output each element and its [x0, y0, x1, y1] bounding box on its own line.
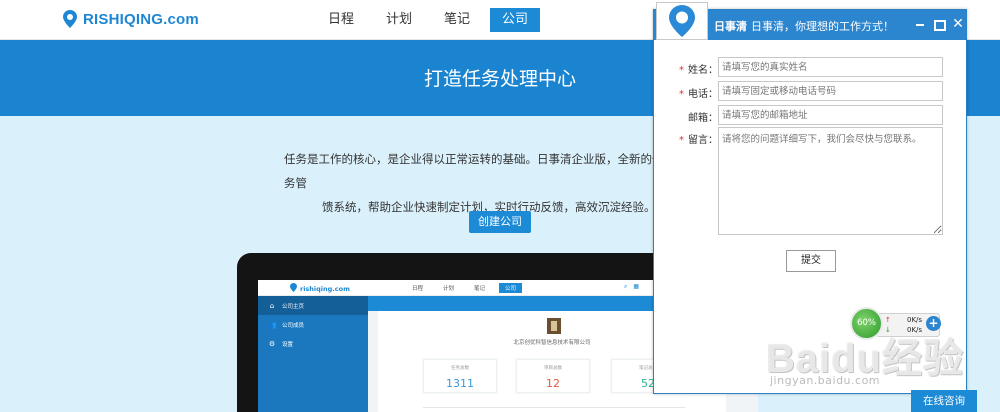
- stat-label: 项目总数: [544, 366, 562, 371]
- site-logo-text: RISHIQING.com: [83, 10, 199, 28]
- nav-company[interactable]: 公司: [490, 8, 541, 32]
- online-consult-button[interactable]: 在线咨询: [911, 390, 977, 412]
- location-pin-icon: [63, 10, 77, 28]
- message-label-text: 留言：: [688, 135, 718, 146]
- upload-speed: 0K/s: [907, 316, 923, 324]
- name-label-text: 姓名：: [688, 65, 718, 76]
- nav-plan[interactable]: 计划: [374, 8, 424, 32]
- mockup-logo: rishiqing.com: [290, 283, 350, 294]
- create-company-button[interactable]: 创建公司: [469, 211, 531, 233]
- mockup-sidebar: ⌂ 公司主页 👥 公司成员 ⚙ 设置: [258, 296, 368, 412]
- download-arrow-icon: ↓: [885, 326, 891, 334]
- intro-text: 任务是工作的核心，是企业得以正常运转的基础。日事清企业版，全新的任务管 馈系统，…: [284, 147, 664, 219]
- phone-input[interactable]: [718, 81, 943, 101]
- nav-notes[interactable]: 笔记: [432, 8, 482, 32]
- popup-logo-icon: [656, 2, 708, 40]
- nav-schedule[interactable]: 日程: [316, 8, 366, 32]
- mockup-sidebar-label: 设置: [282, 341, 294, 348]
- name-input[interactable]: [718, 57, 943, 77]
- minimize-button[interactable]: [913, 16, 927, 32]
- speed-plus-icon[interactable]: +: [926, 316, 941, 331]
- site-logo[interactable]: RISHIQING.com: [63, 10, 199, 28]
- divider: [423, 407, 685, 408]
- mockup-logo-icon: [290, 283, 297, 294]
- speed-percent: 60%: [850, 307, 883, 340]
- mockup-sidebar-label: 公司成员: [282, 322, 305, 329]
- mockup-nav-notes: 笔记: [474, 286, 486, 292]
- message-textarea[interactable]: [718, 127, 943, 235]
- email-label: 邮箱：: [688, 113, 718, 124]
- stat-value: 12: [546, 377, 560, 390]
- close-button[interactable]: ✕: [951, 16, 965, 32]
- required-mark: *: [679, 65, 684, 76]
- stat-value: 1311: [446, 377, 474, 390]
- phone-label: * 电话：: [668, 85, 718, 100]
- intro-line-1: 任务是工作的核心，是企业得以正常运转的基础。日事清企业版，全新的任务管: [284, 152, 664, 190]
- stat-label: 任务总数: [451, 366, 469, 371]
- main-nav: 日程 计划 笔记 公司: [316, 8, 541, 32]
- mockup-toolbar-icons: ⌕ ▦: [624, 283, 639, 291]
- mockup-sidebar-members: 👥 公司成员: [258, 315, 368, 334]
- submit-button[interactable]: 提交: [786, 250, 836, 272]
- home-icon: ⌂: [269, 301, 275, 310]
- download-speed: 0K/s: [907, 326, 923, 334]
- popup-brand: 日事清: [714, 20, 747, 33]
- mockup-sidebar-home: ⌂ 公司主页: [258, 296, 368, 315]
- mockup-sidebar-settings: ⚙ 设置: [258, 334, 368, 353]
- mockup-nav-company: 公司: [499, 283, 523, 293]
- upload-arrow-icon: ↑: [885, 316, 891, 324]
- mockup-logo-text: rishiqing.com: [300, 284, 350, 293]
- mockup-search-icon: ⌕: [624, 283, 628, 290]
- required-mark: *: [679, 89, 684, 100]
- company-avatar: [547, 318, 561, 334]
- name-label: * 姓名：: [668, 61, 718, 76]
- stat-tasks: 任务总数 1311: [423, 359, 497, 393]
- popup-titlebar[interactable]: 日事清 日事清，你理想的工作方式！ ✕: [654, 2, 966, 40]
- required-mark: *: [679, 135, 684, 146]
- network-speed-widget[interactable]: 60% ↑ 0K/s ↓ 0K/s +: [850, 307, 944, 340]
- mockup-grid-icon: ▦: [633, 283, 640, 290]
- mockup-nav-schedule: 日程: [412, 286, 424, 292]
- phone-label-text: 电话：: [688, 89, 718, 100]
- gear-icon: ⚙: [268, 339, 276, 348]
- popup-slogan: 日事清，你理想的工作方式！: [751, 20, 894, 33]
- email-input[interactable]: [718, 105, 943, 125]
- maximize-button[interactable]: [931, 16, 946, 32]
- stat-projects: 项目总数 12: [516, 359, 590, 393]
- mockup-nav-plan: 计划: [443, 286, 455, 292]
- message-label: * 留言：: [668, 131, 718, 146]
- mockup-nav: 日程 计划 笔记 公司: [406, 283, 523, 293]
- mockup-sidebar-label: 公司主页: [282, 303, 305, 310]
- members-icon: 👥: [268, 320, 277, 329]
